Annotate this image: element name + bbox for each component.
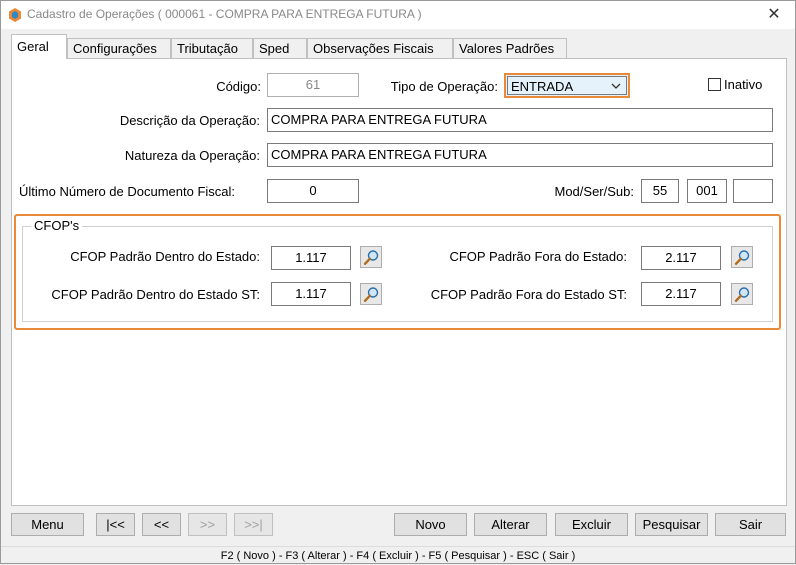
- cfop-dentro-field[interactable]: 1.117: [271, 246, 351, 270]
- tipo-operacao-value: ENTRADA: [507, 76, 627, 95]
- serie-field[interactable]: 001: [687, 179, 727, 203]
- first-record-button[interactable]: |<<: [96, 513, 135, 536]
- tab-observacoes-fiscais[interactable]: Observações Fiscais: [307, 38, 453, 58]
- window-title: Cadastro de Operações ( 000061 - COMPRA …: [27, 7, 422, 21]
- cfop-fora-st-label: CFOP Padrão Fora do Estado ST:: [430, 287, 627, 302]
- magnifier-icon: [363, 287, 379, 303]
- magnifier-icon: [734, 250, 750, 266]
- tab-geral[interactable]: Geral: [11, 34, 67, 59]
- mod-ser-sub-label: Mod/Ser/Sub:: [554, 184, 635, 199]
- tipo-operacao-label: Tipo de Operação:: [390, 79, 498, 94]
- descricao-label: Descrição da Operação:: [119, 113, 260, 128]
- menu-button[interactable]: Menu: [11, 513, 84, 536]
- novo-button[interactable]: Novo: [394, 513, 467, 536]
- codigo-field[interactable]: 61: [267, 73, 359, 97]
- magnifier-icon: [734, 287, 750, 303]
- cfop-fora-st-search-button[interactable]: [731, 283, 753, 305]
- app-logo-icon: [9, 8, 21, 22]
- codigo-label: Código:: [216, 79, 261, 94]
- pesquisar-button[interactable]: Pesquisar: [635, 513, 708, 536]
- cfop-dentro-st-label: CFOP Padrão Dentro do Estado ST:: [51, 287, 260, 302]
- chevron-down-icon: [611, 83, 621, 89]
- natureza-field[interactable]: COMPRA PARA ENTREGA FUTURA: [267, 143, 773, 167]
- tab-sped[interactable]: Sped: [253, 38, 307, 58]
- modelo-field[interactable]: 55: [641, 179, 679, 203]
- magnifier-icon: [363, 250, 379, 266]
- operations-window: Cadastro de Operações ( 000061 - COMPRA …: [0, 0, 796, 564]
- next-record-button[interactable]: >>: [188, 513, 227, 536]
- tab-configuracoes[interactable]: Configurações: [67, 38, 171, 58]
- last-record-button[interactable]: >>|: [234, 513, 273, 536]
- cfop-fora-st-field[interactable]: 2.117: [641, 282, 721, 306]
- close-icon[interactable]: ✕: [757, 3, 791, 27]
- inativo-label: Inativo: [724, 77, 763, 92]
- cfop-group-title: CFOP's: [31, 218, 83, 233]
- subserie-field[interactable]: [733, 179, 773, 203]
- tab-tributacao[interactable]: Tributação: [171, 38, 253, 58]
- ultimo-numero-field[interactable]: 0: [267, 179, 359, 203]
- cfop-fora-field[interactable]: 2.117: [641, 246, 721, 270]
- ultimo-numero-label: Último Número de Documento Fiscal:: [19, 184, 236, 199]
- shortcut-hints: F2 ( Novo ) - F3 ( Alterar ) - F4 ( Excl…: [1, 546, 795, 564]
- cfop-dentro-st-search-button[interactable]: [360, 283, 382, 305]
- natureza-label: Natureza da Operação:: [124, 148, 260, 163]
- cfop-groupbox: [22, 226, 773, 322]
- cfop-fora-label: CFOP Padrão Fora do Estado:: [449, 249, 627, 264]
- descricao-field[interactable]: COMPRA PARA ENTREGA FUTURA: [267, 108, 773, 132]
- title-bar: Cadastro de Operações ( 000061 - COMPRA …: [1, 1, 795, 29]
- cfop-dentro-search-button[interactable]: [360, 246, 382, 268]
- inativo-checkbox[interactable]: [708, 78, 721, 91]
- tipo-operacao-select[interactable]: ENTRADA: [504, 73, 630, 98]
- cfop-dentro-st-field[interactable]: 1.117: [271, 282, 351, 306]
- excluir-button[interactable]: Excluir: [555, 513, 628, 536]
- previous-record-button[interactable]: <<: [142, 513, 181, 536]
- alterar-button[interactable]: Alterar: [474, 513, 547, 536]
- cfop-dentro-label: CFOP Padrão Dentro do Estado:: [70, 249, 260, 264]
- cfop-fora-search-button[interactable]: [731, 246, 753, 268]
- sair-button[interactable]: Sair: [715, 513, 786, 536]
- tab-valores-padroes[interactable]: Valores Padrões: [453, 38, 567, 58]
